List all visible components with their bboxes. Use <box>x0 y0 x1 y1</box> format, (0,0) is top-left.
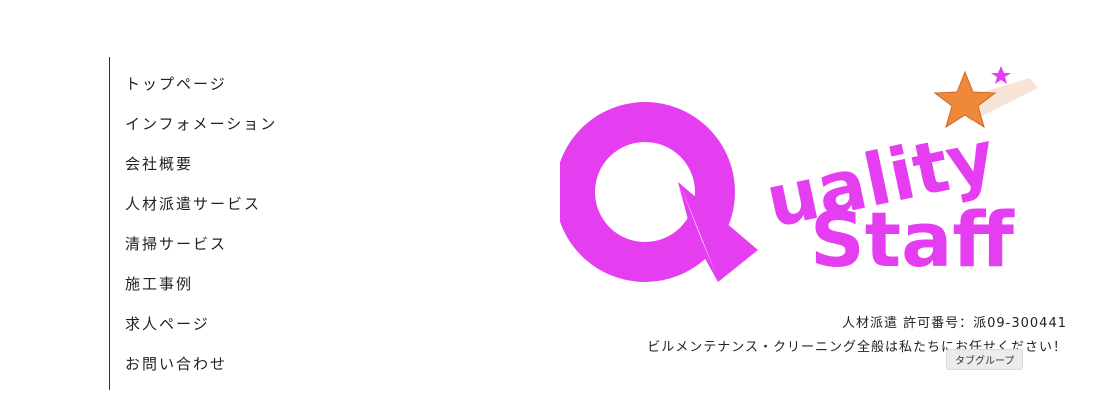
small-star-icon <box>991 66 1011 84</box>
main-nav: トップページ インフォメーション 会社概要 人材派遣サービス 清掃サービス 施工… <box>109 57 370 390</box>
page: トップページ インフォメーション 会社概要 人材派遣サービス 清掃サービス 施工… <box>0 0 1110 400</box>
logo-graphic: uality Staff <box>560 66 1038 284</box>
nav-item-works[interactable]: 施工事例 <box>125 273 193 294</box>
logo-line2: Staff <box>810 195 1015 284</box>
license-number: 人材派遣 許可番号：派09-300441 <box>842 316 1067 331</box>
quality-staff-logo[interactable]: uality Staff <box>560 60 1080 300</box>
q-ring-icon <box>560 102 735 282</box>
nav-item-contact[interactable]: お問い合わせ <box>125 353 227 374</box>
nav-item-staffing[interactable]: 人材派遣サービス <box>125 193 261 214</box>
nav-item-cleaning[interactable]: 清掃サービス <box>125 233 227 254</box>
nav-item-top[interactable]: トップページ <box>125 73 227 94</box>
tab-group-tooltip: タブグループ <box>946 349 1024 370</box>
nav-item-company[interactable]: 会社概要 <box>125 153 193 174</box>
nav-item-recruit[interactable]: 求人ページ <box>125 313 210 334</box>
nav-item-information[interactable]: インフォメーション <box>125 113 277 134</box>
